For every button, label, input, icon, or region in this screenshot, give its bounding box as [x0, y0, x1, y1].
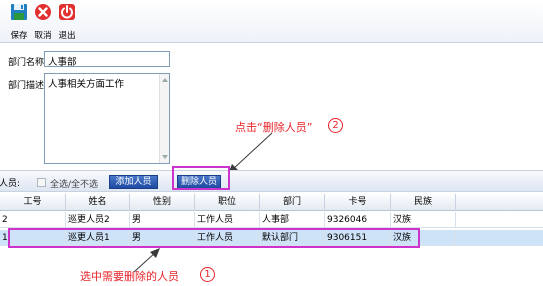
exit-label: 退出: [58, 31, 76, 41]
department-cell: 人事部: [260, 212, 325, 228]
department-name-field[interactable]: 人事部: [44, 51, 170, 67]
table-row[interactable]: 2 巡更人员2 男 工作人员 人事部 9326046 汉族: [0, 212, 543, 228]
exit-button[interactable]: 退出: [55, 3, 79, 41]
cancel-icon: [35, 4, 51, 20]
column-header-name[interactable]: 姓名: [66, 194, 130, 211]
column-header-position[interactable]: 职位: [195, 194, 260, 211]
department-description-text: 人事相关方面工作: [48, 79, 125, 90]
scroll-up-icon: [162, 78, 168, 82]
position-cell: 工作人员: [195, 212, 260, 228]
scroll-down-icon: [162, 155, 168, 159]
column-header-department[interactable]: 部门: [260, 194, 325, 211]
add-member-button[interactable]: 添加人员: [109, 175, 158, 189]
name-cell: 巡更人员2: [66, 212, 130, 228]
department-description-label: 部门描述: [8, 81, 45, 91]
floppy-disk-icon: [11, 4, 27, 20]
column-header-card[interactable]: 卡号: [325, 194, 391, 211]
members-label: 人员:: [0, 179, 21, 189]
row-marker: 2: [0, 212, 66, 228]
selected-row-highlight: [8, 228, 420, 248]
ethnicity-cell: 汉族: [391, 212, 456, 228]
gender-cell: 男: [130, 212, 195, 228]
select-step-number: 1: [200, 267, 215, 282]
column-header-id[interactable]: 工号: [0, 194, 66, 211]
description-scrollbar[interactable]: [159, 74, 169, 163]
column-header-gender[interactable]: 性别: [130, 194, 195, 211]
toolbar: 保存 取消 退出: [0, 0, 543, 43]
card-cell: 9326046: [325, 212, 391, 228]
select-all-checkbox[interactable]: [37, 178, 46, 187]
delete-step-number: 2: [328, 118, 343, 133]
select-all-label: 全选/全不选: [50, 180, 99, 190]
department-name-label: 部门名称: [8, 58, 45, 68]
select-hint-annotation: 选中需要删除的人员: [80, 270, 179, 283]
power-icon: [59, 4, 75, 20]
department-description-field[interactable]: 人事相关方面工作: [44, 73, 170, 164]
delete-button-highlight: [172, 166, 230, 190]
member-toolbar: 人员: 全选/全不选 添加人员 删除人员: [0, 170, 543, 192]
column-header-ethnicity[interactable]: 民族: [391, 194, 456, 211]
member-table-header: 工号 姓名 性别 职位 部门 卡号 民族: [0, 194, 543, 211]
